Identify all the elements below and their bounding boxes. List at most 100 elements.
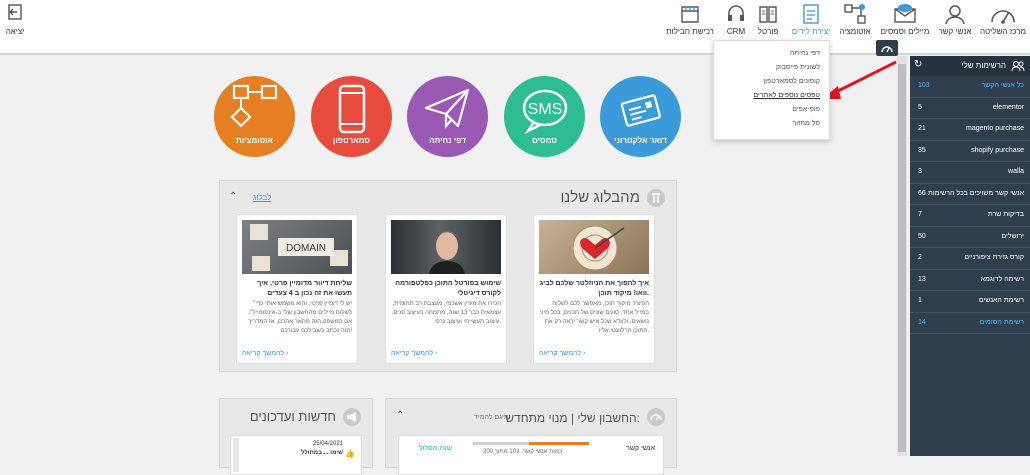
list-name: רשימה לדוגמא xyxy=(980,275,1024,283)
menu-item-smartphone-coupons[interactable]: קופונים לסמארטפון xyxy=(714,75,829,89)
nav-purchase-packages[interactable]: רכישת חבילות xyxy=(660,3,720,36)
list-count: 3 xyxy=(918,168,922,175)
menu-item-website-forms[interactable]: טפסים נוספים לאתרים xyxy=(714,89,829,103)
read-more-link[interactable]: להמשך קריאה › xyxy=(391,350,437,357)
list-count: 13 xyxy=(918,275,926,283)
refresh-icon[interactable]: ↻ xyxy=(914,59,922,70)
my-lists-header: ↻ הרשימות שלי xyxy=(910,56,1030,76)
contacts-progress-fill xyxy=(528,442,589,445)
news-headline[interactable]: שימו ... במחולל xyxy=(301,450,343,456)
list-row[interactable]: elementor 5 xyxy=(910,98,1030,119)
blog-card-title[interactable]: שימוש בפורטל התוכן כפלטפורמה לקורס דיגיט… xyxy=(386,274,506,299)
sms-circle-button[interactable]: SMS סמסים xyxy=(504,76,585,157)
email-card-icon xyxy=(620,94,661,127)
nav-label: רכישת חבילות xyxy=(666,27,714,36)
blog-card-text: "יש לי דומיין פרטי, והוא משמש אותי כדי ל… xyxy=(248,301,352,334)
lead-generation-menu: דפי נחיתה לשונית פייסבוק קופונים לסמארטפ… xyxy=(713,40,830,140)
blog-link[interactable]: לבלוג xyxy=(253,193,271,202)
list-row[interactable]: בדיקות שרת 7 xyxy=(910,205,1030,227)
news-date: 25/04/2021 xyxy=(312,441,343,447)
scrollbar-thumb[interactable] xyxy=(898,64,906,452)
blog-image-domain-blocks: DOMAIN xyxy=(242,220,352,274)
mail-sms-icon xyxy=(894,4,916,23)
speedometer-button[interactable] xyxy=(876,40,898,56)
list-row[interactable]: קורס גזירת ציפורניים 2 xyxy=(910,248,1030,270)
list-name: רשימת חסומים xyxy=(979,318,1024,326)
list-row[interactable]: magento purchase 21 xyxy=(910,119,1030,141)
blog-card-title[interactable]: שליחת דיוור מדומיין פרטי, איך תעשו את זה… xyxy=(237,274,357,299)
list-row[interactable]: רשימה לדוגמא 13 xyxy=(910,270,1030,291)
list-row[interactable]: אנשי קשר משויכים בכל הרשימות 66 xyxy=(910,184,1030,205)
my-lists-panel: ↻ הרשימות שלי כל אנשי הקשר 103 elementor 5 m… xyxy=(910,56,1030,456)
exit-button[interactable]: יציאה xyxy=(0,3,30,36)
automation-icon xyxy=(844,4,866,24)
list-row[interactable]: רשימת חסומים 14 xyxy=(910,313,1030,334)
read-more-link[interactable]: להמשך קריאה › xyxy=(242,350,288,357)
list-name: בדיקות שרת xyxy=(987,211,1024,218)
list-row[interactable]: רשימת האנשים 1 xyxy=(910,291,1030,313)
account-title: החשבון שלי | מנוי מתחדש: xyxy=(505,411,640,425)
circle-label: אוטומציות xyxy=(235,136,274,145)
read-more-link[interactable]: להמשך קריאה › xyxy=(539,350,585,357)
email-circle-button[interactable]: דואר אלקטרוני xyxy=(600,76,681,157)
list-count: 2 xyxy=(918,254,922,261)
exit-icon xyxy=(8,4,22,20)
list-row[interactable]: כל אנשי הקשר 103 xyxy=(910,76,1030,98)
blog-title: מהבלוג שלנו xyxy=(560,189,640,206)
blog-card: איך להפוך את הניוזלטר שלכם לביג וואו! מי… xyxy=(533,214,655,364)
blog-card-title[interactable]: איך להפוך את הניוזלטר שלכם לביג וואו! מי… xyxy=(534,274,654,299)
list-count: 35 xyxy=(918,146,926,154)
menu-item-landing-pages[interactable]: דפי נחיתה xyxy=(714,47,829,61)
collapse-chevron-icon[interactable]: ⌃ xyxy=(229,191,237,202)
contacts-progress-bar xyxy=(473,442,589,445)
account-panel: החשבון שלי | מנוי מתחדש: תיגם להמיד ⌃ אנ… xyxy=(385,398,677,475)
my-lists-title: הרשימות שלי xyxy=(961,61,1006,70)
list-name: קורס גזירת ציפורניים xyxy=(964,254,1024,261)
svg-text:DOMAIN: DOMAIN xyxy=(286,243,326,254)
blog-card-text: הפיצ'ר מיקוד תוכן, מאפשר לכם לשלוח במייל… xyxy=(539,301,649,334)
lead-form-icon xyxy=(803,4,819,24)
menu-item-facebook-tab[interactable]: לשונית פייסבוק xyxy=(714,61,829,75)
automations-circle-button[interactable]: אוטומציות xyxy=(214,76,295,157)
list-count: 21 xyxy=(918,125,926,132)
account-speedometer-icon xyxy=(647,408,665,426)
list-count: 103 xyxy=(918,82,930,89)
news-scrollbar[interactable] xyxy=(233,438,239,472)
circle-label: דואר אלקטרוני xyxy=(614,136,667,145)
exit-label: יציאה xyxy=(5,27,25,36)
blog-image-darts xyxy=(539,220,649,274)
list-count: 66 xyxy=(918,189,926,197)
blog-card-text: הכירו את מעיין אשכנזי, מעצבת רב תחומית, … xyxy=(391,301,501,325)
headset-icon xyxy=(728,5,744,21)
smartphone-circle-button[interactable]: סמארטפון xyxy=(311,76,392,157)
lists-container: כל אנשי הקשר 103 elementor 5 magento purchas… xyxy=(910,76,1030,334)
list-row[interactable]: ירושלים 50 xyxy=(910,227,1030,248)
list-count: 1 xyxy=(918,297,922,304)
list-name: shopify purchase xyxy=(971,146,1024,154)
list-name: walla xyxy=(1008,168,1024,175)
list-name: אנשי קשר משויכים בכל הרשימות xyxy=(928,189,1024,197)
blog-card: DOMAIN שליחת דיוור מדומיין פרטי, איך תעש… xyxy=(236,214,358,364)
menu-item-recycle-bin[interactable]: סל מחזור xyxy=(714,117,829,131)
list-row[interactable]: walla 3 xyxy=(910,162,1030,184)
list-count: 14 xyxy=(918,318,926,326)
circle-label: סמארטפון xyxy=(333,136,370,145)
list-count: 7 xyxy=(918,211,922,218)
menu-item-popups[interactable]: פופ-אפים xyxy=(714,103,829,117)
list-row[interactable]: shopify purchase 35 xyxy=(910,141,1030,162)
collapse-chevron-icon[interactable]: ⌃ xyxy=(396,410,404,421)
person-icon xyxy=(945,5,965,25)
news-panel: חדשות ועדכונים 25/04/2021 שימו ... במחול… xyxy=(219,398,373,475)
page-scrollbar[interactable] xyxy=(897,56,907,456)
flowchart-icon xyxy=(230,84,278,128)
landing-pages-circle-button[interactable]: דפי נחיתה xyxy=(407,76,488,157)
list-name: ירושלים xyxy=(1001,232,1024,240)
list-name: כל אנשי הקשר xyxy=(981,82,1024,89)
news-title: חדשות ועדכונים xyxy=(249,409,336,424)
change-plan-link[interactable]: שנה מסלול xyxy=(419,445,452,452)
news-list: 25/04/2021 שימו ... במחולל 👍 xyxy=(230,435,362,475)
blog-logo-icon xyxy=(647,189,665,207)
news-thumbs-up-icon: 👍 xyxy=(345,449,355,458)
paper-plane-icon xyxy=(424,88,470,129)
store-icon xyxy=(681,6,699,23)
